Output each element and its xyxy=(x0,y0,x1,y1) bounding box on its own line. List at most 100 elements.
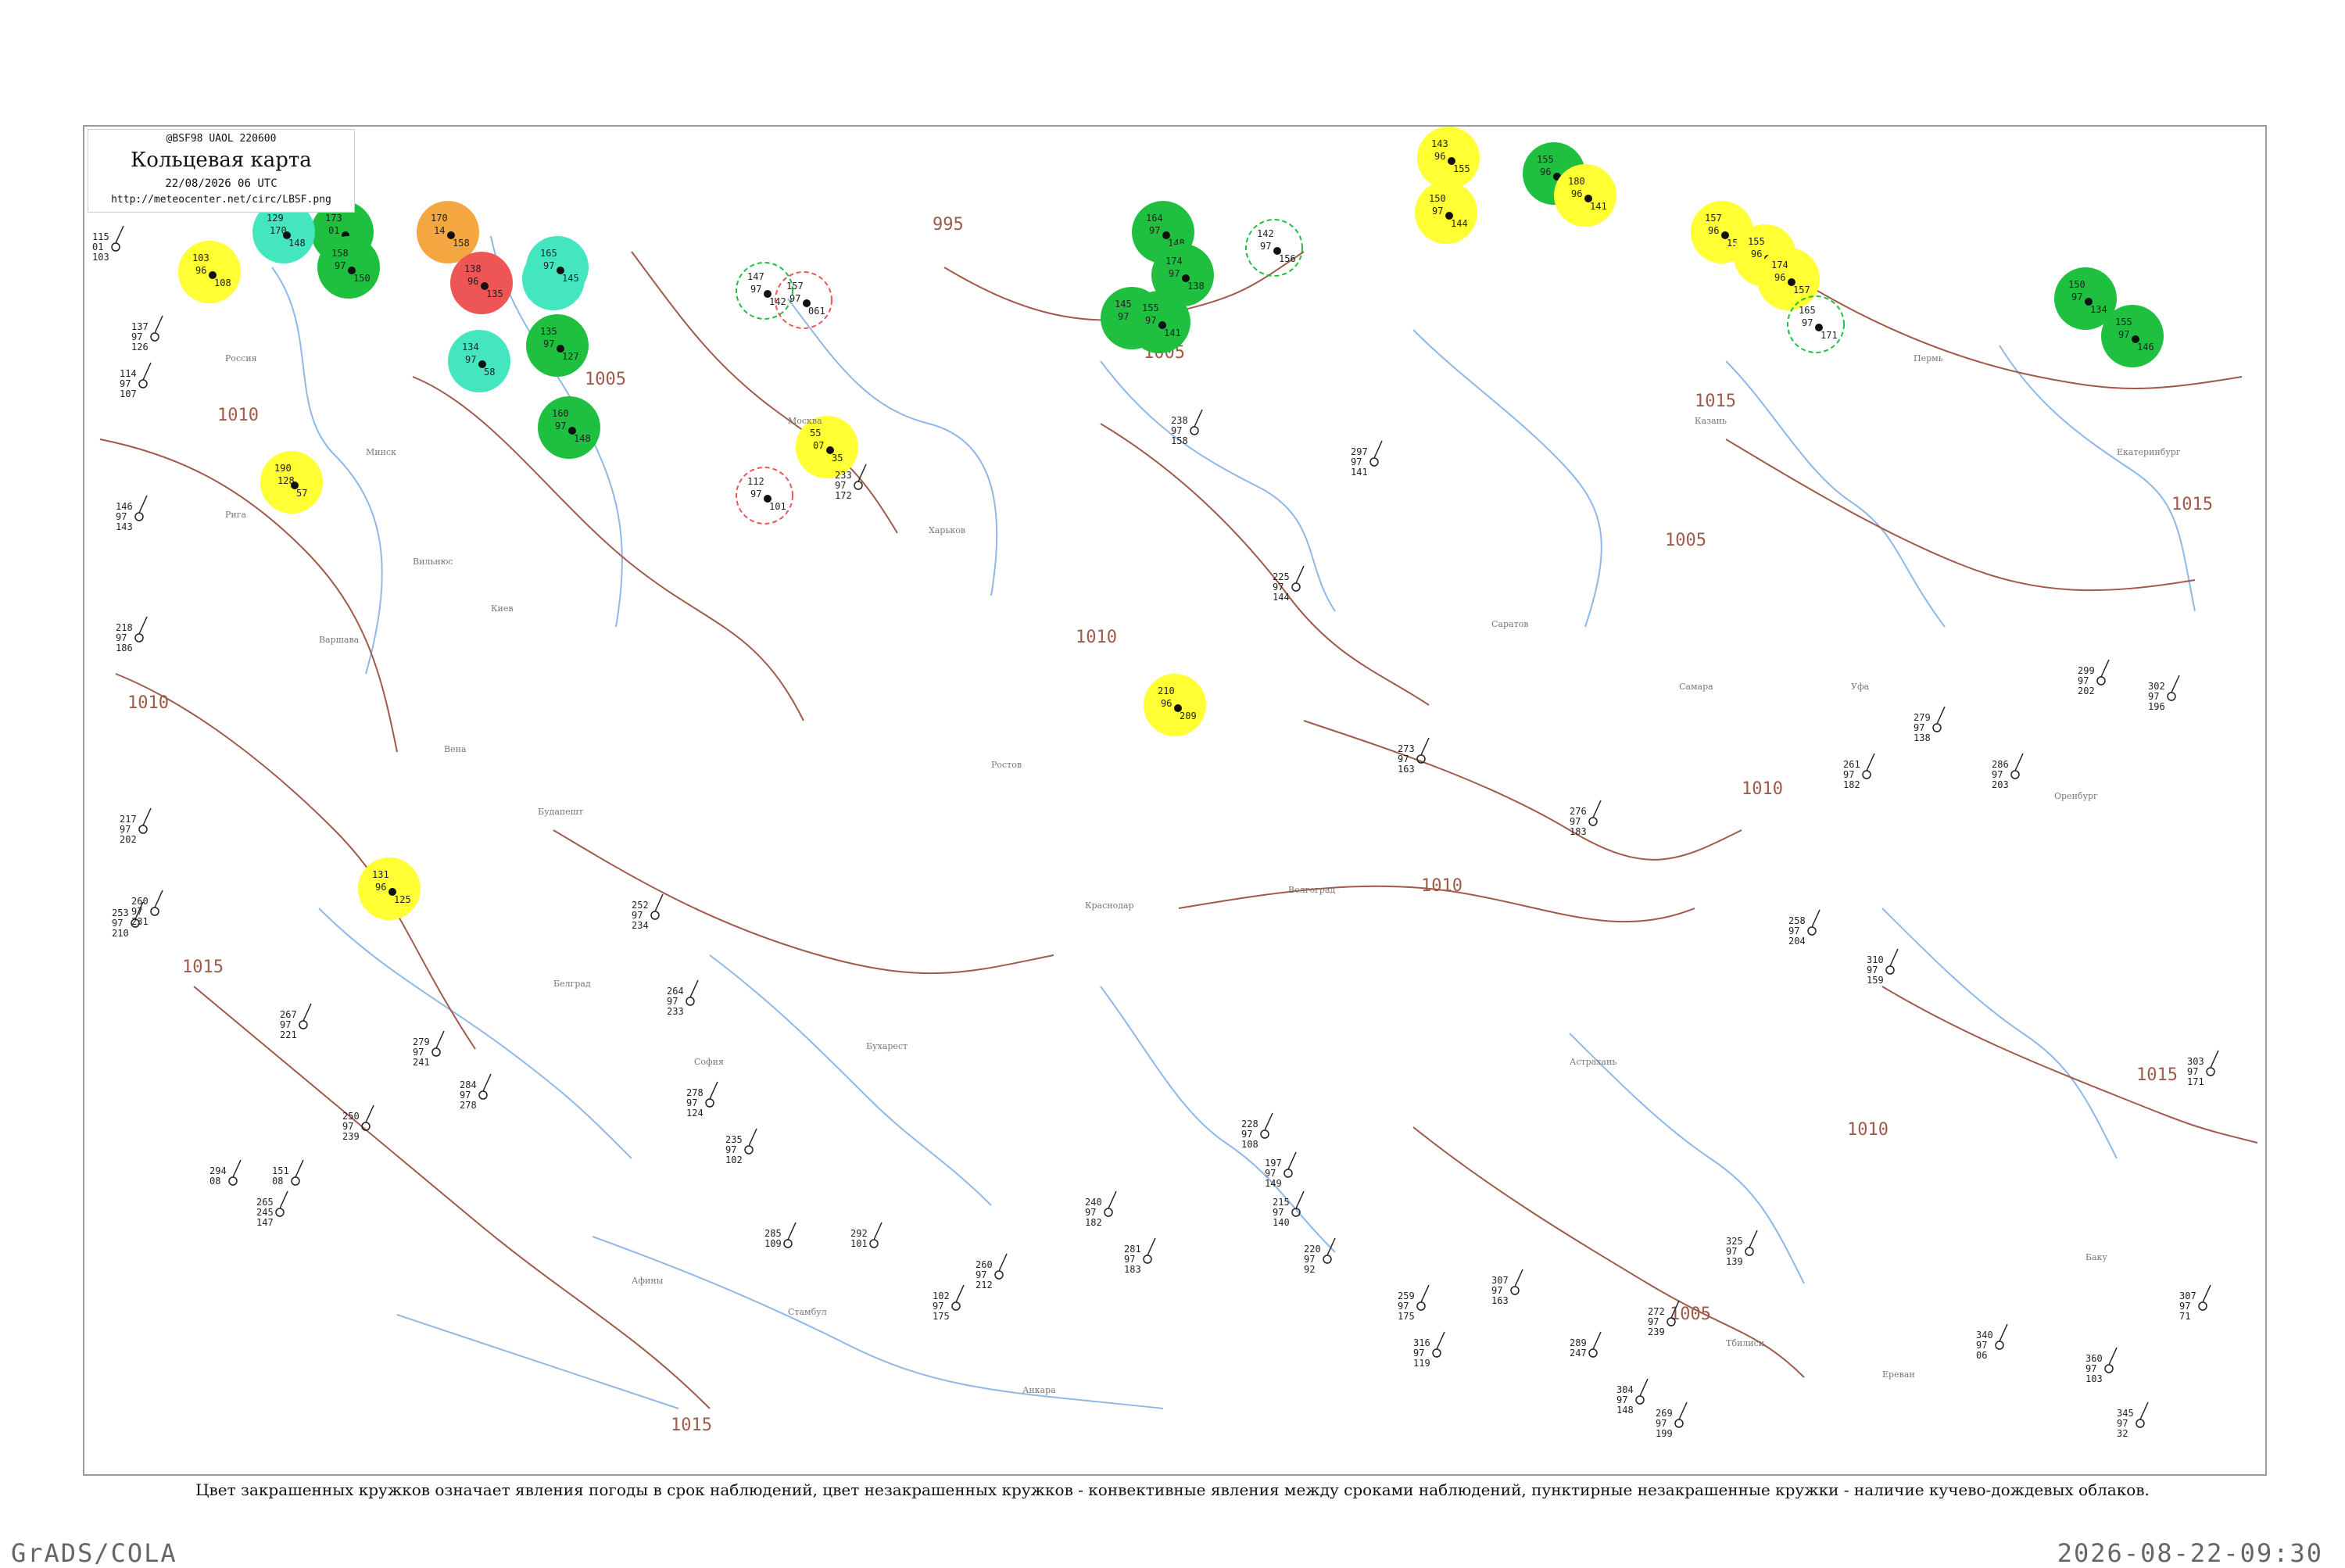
place-name: Будапешт xyxy=(538,807,583,817)
place-name: София xyxy=(694,1057,724,1067)
station-dot xyxy=(1788,278,1795,286)
station-circle xyxy=(228,1176,238,1186)
station-plot: 3459732 xyxy=(2117,1402,2149,1439)
marker-value: 146 xyxy=(2137,342,2154,353)
station-value: 217 xyxy=(120,814,137,825)
station-circle xyxy=(1862,770,1871,779)
thunderstorm-marker xyxy=(736,262,793,320)
station-value: 97 xyxy=(667,996,678,1007)
station-value: 97 xyxy=(112,918,123,929)
station-dot xyxy=(447,231,455,239)
station-value: 141 xyxy=(1351,467,1368,478)
station-value: 258 xyxy=(1788,915,1806,926)
station-value: 97 xyxy=(1085,1207,1096,1218)
station-plots-layer: 1150110313797126114971071469714321897186… xyxy=(92,225,2219,1439)
marker-value: 157 xyxy=(786,281,804,292)
wind-barb xyxy=(1287,1151,1297,1170)
station-dot xyxy=(478,360,486,368)
place-name: Москва xyxy=(788,416,822,426)
station-value: 92 xyxy=(1304,1264,1315,1275)
station-value: 182 xyxy=(1085,1217,1102,1228)
station-value: 97 xyxy=(933,1301,943,1312)
station-value: 06 xyxy=(1976,1350,1987,1361)
hail-marker xyxy=(736,467,793,524)
station-value: 97 xyxy=(632,910,643,921)
showers-marker xyxy=(1757,248,1820,310)
station-value: 01 xyxy=(92,242,103,252)
isobar-label: 995 xyxy=(933,215,964,234)
weather-marker: 112 97 101 xyxy=(736,467,793,524)
thunderstorm-marker xyxy=(1787,295,1845,353)
station-value: 97 xyxy=(131,906,142,917)
isobar-label: 1010 xyxy=(127,693,169,713)
station-value: 97 xyxy=(116,632,127,643)
weather-marker: 16597 171 xyxy=(1787,295,1845,353)
station-circle xyxy=(1104,1208,1113,1217)
station-circle xyxy=(1995,1341,2004,1350)
wind-barb xyxy=(279,1190,288,1209)
station-value: 203 xyxy=(1992,779,2009,790)
station-value: 97 xyxy=(280,1019,291,1030)
marker-value: 147 xyxy=(747,271,764,282)
wind-barb xyxy=(2014,753,2024,771)
station-circle xyxy=(1510,1286,1520,1295)
station-plot: 22897108 xyxy=(1241,1112,1273,1150)
station-dot xyxy=(481,282,489,290)
station-value: 202 xyxy=(120,834,137,845)
wind-barb xyxy=(1678,1402,1688,1420)
station-value: 08 xyxy=(209,1176,220,1187)
showers-marker xyxy=(178,241,241,303)
station-value: 97 xyxy=(342,1121,353,1132)
station-plot: 25897204 xyxy=(1788,909,1821,947)
marker-value: 138 xyxy=(1187,281,1205,292)
station-dot xyxy=(557,345,564,353)
source-url[interactable]: http://meteocenter.net/circ/LBSF.png xyxy=(88,194,354,206)
station-value: 97 xyxy=(2117,1418,2128,1429)
station-value: 115 xyxy=(92,231,109,242)
marker-value: 97 xyxy=(543,338,554,349)
marker-value: 55 xyxy=(810,428,821,439)
station-value: 101 xyxy=(850,1238,868,1249)
station-value: 140 xyxy=(1273,1217,1290,1228)
station-value: 289 xyxy=(1570,1337,1587,1348)
marker-value: 142 xyxy=(1257,228,1274,239)
place-name: Минск xyxy=(366,447,396,457)
station-dot xyxy=(283,231,291,239)
marker-value: 97 xyxy=(465,354,476,365)
wind-barb xyxy=(1194,409,1203,428)
marker-value: 174 xyxy=(1165,256,1183,267)
station-value: 97 xyxy=(2148,691,2159,702)
station-plot: 27397163 xyxy=(1398,737,1430,775)
station-circle xyxy=(951,1301,961,1311)
station-value: 286 xyxy=(1992,759,2009,770)
station-circle xyxy=(1674,1419,1684,1428)
wind-barb xyxy=(2139,1402,2149,1420)
isobar-label: 1010 xyxy=(217,406,259,425)
wind-barb xyxy=(1373,440,1383,459)
station-value: 279 xyxy=(1914,712,1931,723)
station-circle xyxy=(1260,1129,1269,1139)
station-value: 285 xyxy=(764,1228,782,1239)
station-value: 325 xyxy=(1726,1236,1743,1247)
marker-value: 157 xyxy=(1793,285,1810,295)
station-value: 307 xyxy=(1491,1275,1509,1286)
station-value: 139 xyxy=(1726,1256,1743,1267)
station-value: 97 xyxy=(1656,1418,1667,1429)
weather-marker: 160 97 148 xyxy=(538,396,600,459)
station-value: 250 xyxy=(342,1111,360,1122)
weather-marker: 13497 58 xyxy=(448,330,510,392)
station-value: 97 xyxy=(120,378,131,389)
station-plot: 30497148 xyxy=(1616,1378,1649,1416)
wind-barb xyxy=(1866,753,1875,771)
map-date: 22/08/2026 06 UTC xyxy=(165,177,277,190)
station-value: 144 xyxy=(1273,592,1290,603)
weather-marker: 210 96 209 xyxy=(1144,674,1206,736)
station-circle xyxy=(1283,1169,1293,1178)
wind-barb xyxy=(2202,1284,2211,1303)
station-value: 97 xyxy=(1273,582,1283,592)
station-plot: 29408 xyxy=(209,1159,242,1187)
station-value: 175 xyxy=(933,1311,950,1322)
weather-marker: 103 96 108 xyxy=(178,241,241,303)
wind-barb xyxy=(1436,1331,1445,1350)
station-circle xyxy=(2096,676,2106,686)
